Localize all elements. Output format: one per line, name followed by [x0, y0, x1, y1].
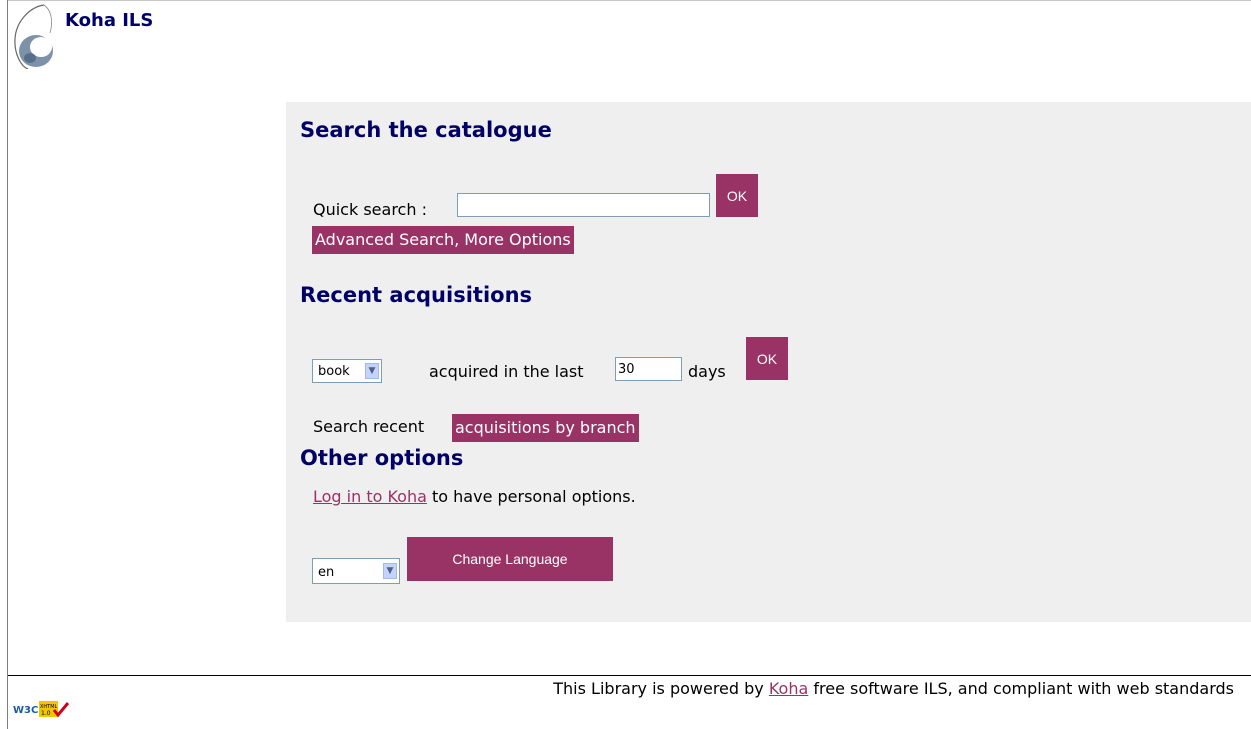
badge-version-text: 1.0: [41, 710, 51, 717]
acquired-label: acquired in the last: [429, 362, 584, 381]
language-value: en: [318, 565, 335, 580]
acquisitions-ok-button[interactable]: OK: [746, 337, 788, 380]
window-top-border: [7, 0, 1251, 1]
branch-search-prefix: Search recent: [313, 417, 425, 436]
footer-prefix: This Library is powered by: [553, 679, 764, 698]
window-left-border: [7, 0, 8, 729]
badge-w3c-text: W3C: [13, 705, 38, 716]
login-suffix: to have personal options.: [432, 487, 636, 506]
acquisitions-heading: Recent acquisitions: [300, 283, 533, 307]
quick-search-label: Quick search :: [313, 200, 427, 219]
koha-logo-icon: [14, 4, 53, 69]
chevron-down-icon: ▼: [383, 563, 397, 579]
site-title: Koha ILS: [65, 10, 154, 31]
w3c-xhtml-badge-icon[interactable]: W3C XHTML 1.0: [12, 699, 70, 719]
search-heading: Search the catalogue: [300, 118, 552, 142]
login-line: Log in to Koha to have personal options.: [313, 487, 636, 506]
footer-text: This Library is powered by Koha free sof…: [553, 679, 1234, 698]
login-link[interactable]: Log in to Koha: [313, 487, 427, 506]
material-type-select[interactable]: book ▼: [312, 359, 382, 383]
chevron-down-icon: ▼: [365, 363, 379, 379]
footer-koha-link[interactable]: Koha: [769, 679, 808, 698]
change-language-button[interactable]: Change Language: [407, 537, 613, 581]
material-type-value: book: [318, 364, 350, 379]
quick-search-ok-button[interactable]: OK: [716, 174, 758, 217]
footer-divider: [8, 675, 1251, 676]
other-options-heading: Other options: [300, 446, 464, 470]
footer-suffix: free software ILS, and compliant with we…: [813, 679, 1234, 698]
acquisitions-by-branch-link[interactable]: acquisitions by branch: [452, 414, 639, 442]
language-select[interactable]: en ▼: [312, 558, 400, 584]
days-label: days: [688, 362, 726, 381]
advanced-search-link[interactable]: Advanced Search, More Options: [312, 226, 574, 254]
quick-search-input[interactable]: [457, 193, 710, 217]
days-input[interactable]: [615, 357, 682, 381]
